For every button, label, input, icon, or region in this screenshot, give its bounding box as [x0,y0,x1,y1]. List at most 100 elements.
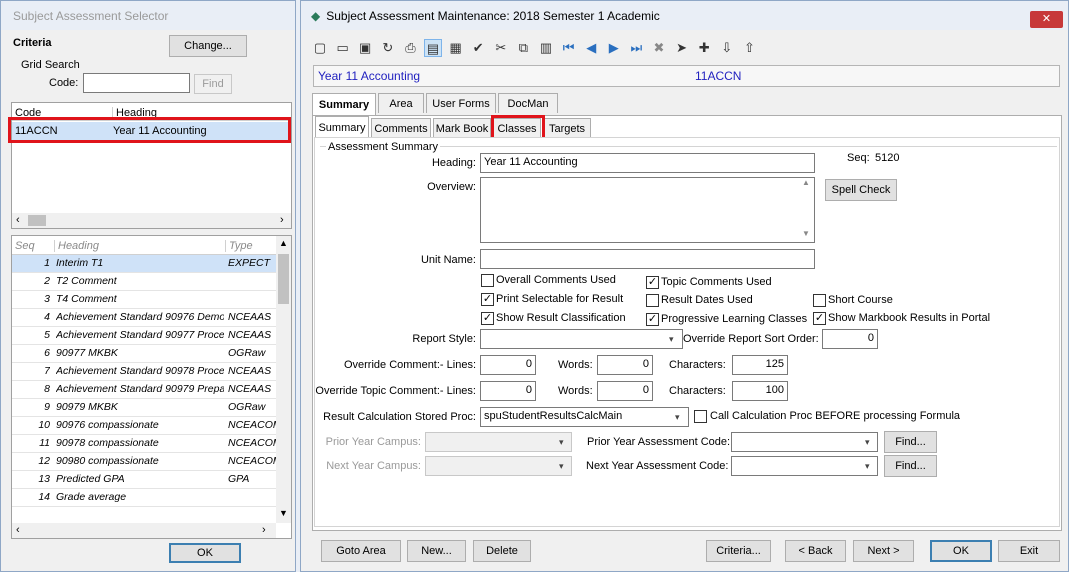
tab-user-forms[interactable]: User Forms [426,93,496,113]
tab-area[interactable]: Area [378,93,424,113]
option-checkbox[interactable] [646,294,659,307]
previous-record-icon[interactable]: ◀ [582,39,600,57]
next-button[interactable]: Next > [853,540,914,562]
prior-campus-select[interactable] [425,432,572,452]
option-checkbox[interactable]: ✓ [646,313,659,326]
list-item[interactable]: 8 Achievement Standard 90979 Prepa NCEAAS [12,381,276,399]
calculator-icon[interactable]: ▦ [447,39,465,57]
list-item[interactable]: 4 Achievement Standard 90976 Demo NCEAAS [12,309,276,327]
copy-icon[interactable]: ⧉ [514,39,532,57]
next-find-button[interactable]: Find... [884,455,937,477]
list-item[interactable]: 1 Interim T1 EXPECT [12,255,276,273]
scroll-right-icon[interactable]: › [262,524,266,536]
otc-lines-input[interactable]: 0 [480,381,536,401]
override-sort-input[interactable]: 0 [822,329,878,349]
approve-icon[interactable]: ✚ [695,39,713,57]
refresh-icon[interactable]: ↻ [379,39,397,57]
oc-words-input[interactable]: 0 [597,355,653,375]
option-checkbox[interactable] [813,294,826,307]
heading-input[interactable]: Year 11 Accounting [480,153,815,173]
unit-name-input[interactable] [480,249,815,269]
overview-textarea[interactable] [480,177,815,243]
subtab-targets[interactable]: Targets [543,118,591,138]
list-item[interactable]: 12 90980 compassionate NCEACOM [12,453,276,471]
text-field-icon[interactable]: ▤ [424,39,442,57]
report-style-select[interactable] [480,329,683,349]
next-record-icon[interactable]: ▶ [605,39,623,57]
new-button[interactable]: New... [407,540,466,562]
goto-area-button[interactable]: Goto Area [321,540,401,562]
oc-chars-input[interactable]: 125 [732,355,788,375]
spell-check-icon[interactable]: ✔ [469,39,487,57]
overview-scrollbar[interactable]: ▲ ▼ [798,178,814,242]
back-button[interactable]: < Back [785,540,846,562]
chevron-down-icon[interactable]: ▾ [865,437,870,448]
items-hscrollbar[interactable]: ‹ › [12,523,276,538]
otc-chars-input[interactable]: 100 [732,381,788,401]
list-item[interactable]: 13 Predicted GPA GPA [12,471,276,489]
calc-proc-select[interactable]: spuStudentResultsCalcMain [480,407,689,427]
list-item[interactable]: 7 Achievement Standard 90978 Proce NCEAAS [12,363,276,381]
cut-icon[interactable]: ✂ [492,39,510,57]
list-item[interactable]: 9 90979 MKBK OGRaw [12,399,276,417]
next-code-select[interactable] [731,456,878,476]
code-search-input[interactable] [83,73,190,93]
vertical-scrollbar[interactable]: ▲ ▼ [276,236,291,523]
option-checkbox[interactable]: ✓ [646,276,659,289]
option-checkbox[interactable]: ✓ [813,312,826,325]
chevron-down-icon[interactable]: ▾ [865,461,870,472]
tab-summary[interactable]: Summary [312,93,376,116]
vscroll-thumb[interactable] [278,254,289,304]
list-item[interactable]: 5 Achievement Standard 90977 Proce NCEAAS [12,327,276,345]
last-record-icon[interactable]: ⏭ [627,39,645,57]
scroll-left-icon[interactable]: ‹ [16,214,20,226]
chevron-down-icon[interactable]: ▾ [559,437,564,448]
list-item[interactable]: 2 T2 Comment [12,273,276,291]
change-button[interactable]: Change... [169,35,247,57]
delete-button[interactable]: Delete [473,540,531,562]
scroll-right-icon[interactable]: › [280,214,284,226]
subtab-summary[interactable]: Summary [315,116,369,138]
oc-lines-input[interactable]: 0 [480,355,536,375]
go-icon[interactable]: ➤ [673,39,691,57]
list-item[interactable]: 6 90977 MKBK OGRaw [12,345,276,363]
subtab-comments[interactable]: Comments [371,118,431,138]
print-icon[interactable]: ⎙ [401,39,419,57]
tab-docman[interactable]: DocMan [498,93,558,113]
selector-ok-button[interactable]: OK [169,543,241,563]
exit-button[interactable]: Exit [998,540,1060,562]
option-checkbox[interactable]: ✓ [481,293,494,306]
option-checkbox[interactable] [481,274,494,287]
paste-icon[interactable]: ▥ [537,39,555,57]
chevron-down-icon[interactable]: ▾ [669,334,674,345]
save-icon[interactable]: ▣ [356,39,374,57]
first-record-icon[interactable]: ⏮ [560,39,578,57]
next-campus-select[interactable] [425,456,572,476]
scroll-left-icon[interactable]: ‹ [16,524,20,536]
option-checkbox[interactable]: ✓ [481,312,494,325]
scroll-thumb[interactable] [28,215,46,226]
list-item[interactable]: 14 Grade average [12,489,276,507]
chevron-down-icon[interactable]: ▾ [675,412,680,423]
criteria-button[interactable]: Criteria... [706,540,771,562]
prior-code-select[interactable] [731,432,878,452]
spell-check-button[interactable]: Spell Check [825,179,897,201]
find-button[interactable]: Find [194,74,232,94]
export-icon[interactable]: ⇩ [718,39,736,57]
scroll-up-icon[interactable]: ▲ [798,178,814,187]
new-document-icon[interactable]: ▢ [311,39,329,57]
horizontal-scrollbar[interactable]: ‹ › [12,213,291,228]
open-folder-icon[interactable]: ▭ [334,39,352,57]
ok-button[interactable]: OK [930,540,992,562]
delete-icon[interactable]: ✖ [650,39,668,57]
scroll-down-icon[interactable]: ▼ [798,229,814,238]
list-item[interactable]: 3 T4 Comment [12,291,276,309]
chevron-down-icon[interactable]: ▾ [559,461,564,472]
call-calc-checkbox[interactable] [694,410,707,423]
scroll-down-icon[interactable]: ▼ [279,508,288,518]
list-item[interactable]: 10 90976 compassionate NCEACOM [12,417,276,435]
scroll-up-icon[interactable]: ▲ [279,238,288,248]
list-item[interactable]: 11 90978 compassionate NCEACOM [12,435,276,453]
prior-find-button[interactable]: Find... [884,431,937,453]
otc-words-input[interactable]: 0 [597,381,653,401]
